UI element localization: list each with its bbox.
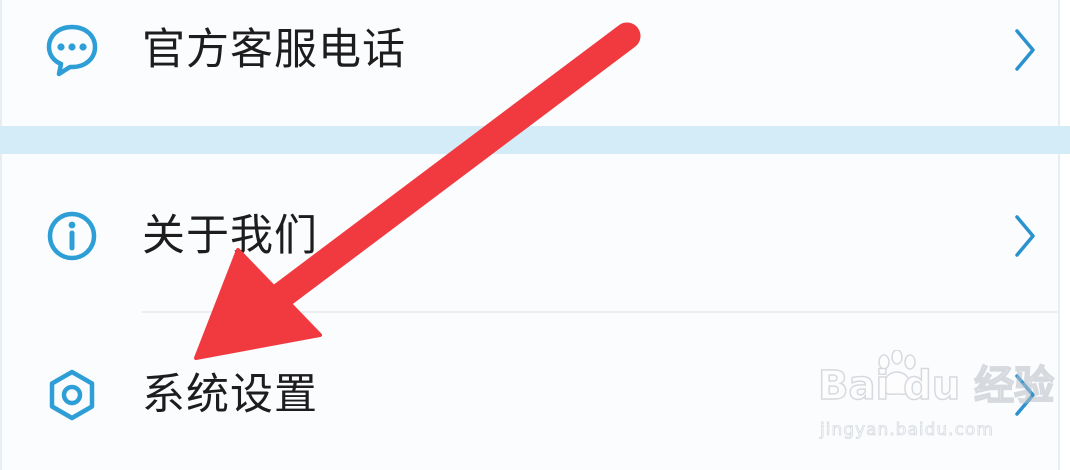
watermark-url: jingyan.baidu.com [820, 420, 994, 441]
baidu-jingyan-watermark: Bai du 经验 jingyan.baidu.com [817, 350, 1058, 456]
menu-item-label: 系统设置 [142, 370, 318, 420]
hexagon-settings-icon [49, 369, 95, 421]
chat-bubble-icon [46, 24, 98, 77]
section-separator [0, 126, 1070, 154]
info-icon [47, 211, 97, 261]
menu-item-label: 官方客服电话 [142, 25, 406, 75]
row-divider [142, 311, 1060, 313]
menu-item-customer-service[interactable]: 官方客服电话 [0, 0, 1060, 100]
chevron-right-icon [1015, 29, 1035, 71]
menu-item-about-us[interactable]: 关于我们 [0, 186, 1060, 286]
chevron-right-icon [1015, 215, 1035, 257]
menu-item-label: 关于我们 [142, 211, 318, 261]
watermark-brand: Bai du 经验 [817, 362, 1055, 410]
